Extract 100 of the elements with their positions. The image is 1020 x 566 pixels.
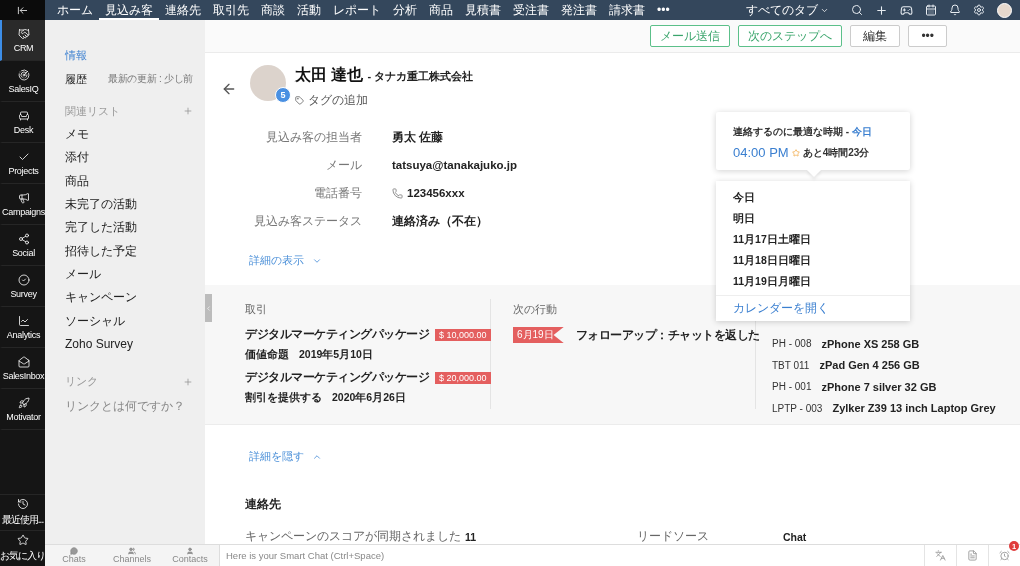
nav-tab[interactable]: 商談 [255,0,291,20]
field-label: リードソース [637,529,710,544]
collapse-arrow-icon [17,4,28,16]
related-list-item[interactable]: 招待した予定 [65,239,137,263]
toolbar-button[interactable]: ••• [908,25,947,47]
chair-icon [17,109,30,122]
star-icon [791,148,800,157]
tag-icon [295,96,304,105]
section-heading: 関連リスト [65,103,120,119]
rocket-icon [17,396,30,409]
related-list-item[interactable]: 未完了の活動 [65,192,137,217]
activity-text: フォローアップ：チャットを返した [575,327,760,343]
related-list-item[interactable]: 商品 [65,169,89,193]
sidebar-item[interactable]: 情報 [65,43,193,67]
chat-tab[interactable]: Contacts [161,545,219,566]
product-name: zPhone 7 silver 32 GB [821,380,937,393]
nav-tab[interactable]: ••• [651,0,676,20]
alarm-clock-icon [999,550,1010,561]
column-heading: 次の行動 [513,302,557,317]
related-list-item[interactable]: Zoho Survey [65,332,134,356]
people-icon [128,547,136,555]
field-label: 電話番号 [314,186,362,201]
translate-icon [935,550,946,561]
sidebar-item[interactable]: 履歴 最新の更新 : 少し前 [65,67,193,91]
column-heading: 取引 [245,302,267,317]
toolbar-button[interactable]: 編集 [850,25,901,47]
app-switcher-item[interactable]: CRM [0,20,45,61]
product-name: zPhone XS 258 GB [821,337,920,350]
deal-name: デジタルマーケティングパッケージ [245,327,429,342]
nav-tab[interactable]: 発注書 [555,0,603,20]
related-list-item[interactable]: 添付 [65,146,89,170]
field-value: 連絡済み（不在） [392,213,488,230]
collapse-handle[interactable] [205,294,212,322]
deal-date: 2019年5月10日 [299,348,373,362]
hide-details-link[interactable]: 詳細を隠す [249,449,322,464]
related-list-item[interactable]: メール [65,262,101,287]
related-list-item[interactable]: ソーシャル [65,309,125,333]
phone-icon [392,187,403,199]
field-value: Chat [783,530,808,543]
date-option[interactable]: 明日 [716,208,910,229]
avatar-placeholder [250,65,286,101]
user-avatar[interactable] [997,2,1012,18]
product-code: PH - 008 [772,338,812,350]
field-label: 見込み客の担当者 [266,130,362,145]
amount-tag: $ 20,000.00 [435,371,491,384]
score-badge: 5 [275,87,291,103]
field-value: 123456xxx [392,179,465,207]
nav-tab[interactable]: 商品 [423,0,459,20]
deal-name: デジタルマーケティングパッケージ [245,370,429,385]
related-list-item[interactable]: メモ [65,123,89,147]
deal-date: 2020年6月26日 [332,391,406,405]
product-code: TBT 011 [772,359,810,371]
deal-stage: 割引を提供する [245,391,322,405]
add-tag-button[interactable]: タグの追加 [295,92,474,109]
related-list-item[interactable]: 完了した活動 [65,216,137,240]
nav-tab[interactable]: 活動 [291,0,327,20]
nav-tab[interactable]: 受注書 [507,0,555,20]
date-option[interactable]: 今日 [716,187,910,208]
history-icon [16,498,29,510]
nav-tab[interactable]: 連絡先 [159,0,207,20]
chart-icon [17,314,30,327]
nav-tab[interactable]: レポート [327,0,387,20]
section-heading: 連絡先 [245,496,282,513]
date-option[interactable]: 11月19日月曜日 [716,271,910,292]
day-link[interactable]: 今日 [851,126,872,137]
person-icon [186,547,194,555]
nav-tab[interactable]: 取引先 [207,0,255,20]
all-tabs-dropdown[interactable]: すべてのタブ [746,1,829,19]
last-updated-note: 最新の更新 : 少し前 [107,72,193,86]
date-option[interactable]: 11月17日土曜日 [716,229,910,250]
handshake-icon [17,27,30,40]
section-heading: リンク [65,374,98,390]
open-calendar-link[interactable]: カレンダーを開く [716,295,910,321]
nav-tab[interactable]: 見積書 [459,0,507,20]
field-value: 11 [465,530,478,543]
back-arrow-icon[interactable] [221,81,237,97]
star-icon [16,534,29,546]
product-code: LPTP - 003 [772,402,823,414]
field-label: メール [326,158,362,173]
show-details-link[interactable]: 詳細の表示 [249,253,322,268]
date-option[interactable]: 11月18日日曜日 [716,250,910,271]
best-time: 04:00 PM [733,145,789,160]
chevron-left-icon [205,304,212,312]
product-name: zPad Gen 4 256 GB [819,359,920,372]
nav-tab[interactable]: 請求書 [603,0,651,20]
product-code: PH - 001 [772,381,812,393]
remaining-time: あと4時間23分 [802,145,870,160]
envelope-icon [17,355,30,368]
amount-tag: $ 10,000.00 [435,328,491,341]
nav-tab[interactable]: 分析 [387,0,423,20]
field-label: 見込み客ステータス [254,214,362,229]
related-list-item[interactable]: キャンペーン [65,286,137,310]
deal-stage: 価値命題 [245,348,289,362]
product-name: Zylker Z39 13 inch Laptop Grey [832,402,996,415]
radar-icon [17,68,30,81]
nav-tab[interactable]: ホーム [51,0,99,20]
menu-collapse-button[interactable] [0,0,45,20]
field-value: 勇太 佐藤 [392,129,444,145]
field-value: tatsuya@tanakajuko.jp [392,158,517,173]
field-label: キャンペーンのスコアが同期されました [245,529,462,544]
